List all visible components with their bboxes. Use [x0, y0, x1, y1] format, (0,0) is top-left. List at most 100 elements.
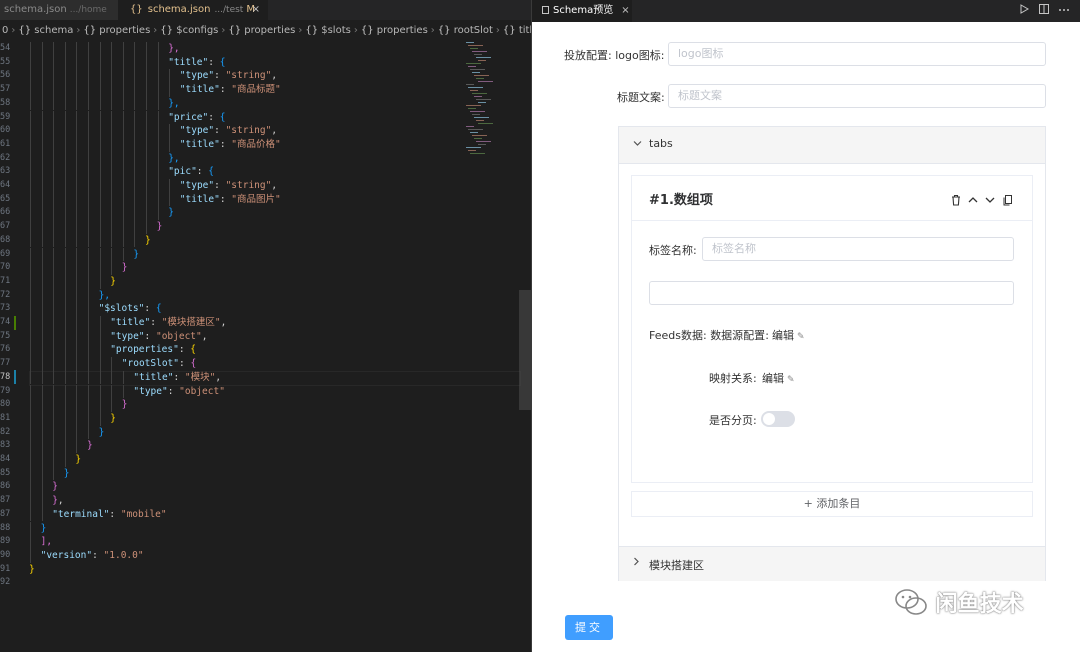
code-token: "string": [225, 70, 272, 82]
indent-guide: [64, 233, 66, 248]
minimap-line: [470, 69, 485, 70]
code-token: "title": [179, 193, 220, 205]
breadcrumb-item[interactable]: $slots: [321, 25, 351, 36]
tabs-collapse-header[interactable]: tabs: [619, 127, 1045, 164]
indent-guide: [64, 274, 66, 289]
indent-guide: [111, 151, 113, 166]
datasource-edit-link[interactable]: 编辑 ✎: [772, 327, 805, 343]
line-number: 77: [0, 358, 11, 369]
indent-guide: [64, 69, 66, 84]
editor-scrollbar[interactable]: [519, 290, 531, 410]
breadcrumb-item[interactable]: rootSlot: [454, 25, 493, 36]
breadcrumb-separator: ›: [76, 25, 81, 36]
indent-guide: [157, 179, 159, 193]
indent-guide: [99, 384, 101, 399]
indent-guide: [41, 110, 43, 125]
breadcrumb-item[interactable]: schema: [34, 25, 73, 36]
line-number: 82: [0, 426, 11, 437]
breadcrumb-item[interactable]: properties: [244, 25, 295, 36]
indent-guide: [30, 206, 31, 221]
chevron-down-icon[interactable]: [984, 191, 996, 203]
tab-schema-preview[interactable]: Schema预览 ×: [532, 0, 632, 22]
tab-path: .../test: [214, 5, 244, 15]
minimap-line: [468, 150, 476, 151]
code-token: "type": [110, 330, 145, 342]
indent-guide: [122, 165, 124, 179]
minimap-line: [470, 111, 485, 112]
indent-guide: [76, 124, 78, 138]
code-token: },: [98, 289, 111, 301]
minimap-line: [466, 63, 481, 64]
breadcrumb-item[interactable]: properties: [377, 25, 428, 36]
breadcrumb-item[interactable]: title: [519, 25, 531, 36]
empty-input[interactable]: [649, 281, 1014, 305]
indent-guide: [76, 343, 78, 358]
minimap-line: [466, 42, 474, 43]
tag-name-input[interactable]: 标签名称: [702, 237, 1014, 261]
indent-guide: [99, 110, 101, 125]
logo-input[interactable]: logo图标: [668, 42, 1046, 66]
indent-guide: [122, 83, 124, 97]
code-text: }: [87, 439, 93, 453]
tab-schema-json-test[interactable]: {} schema.json .../test M ×: [118, 0, 268, 20]
code-token: }: [110, 275, 116, 287]
indent-guide: [76, 411, 78, 426]
indent-guide: [30, 439, 31, 453]
breadcrumb-item[interactable]: $configs: [176, 25, 218, 36]
copy-icon[interactable]: [1002, 191, 1014, 206]
chevron-up-icon[interactable]: [967, 191, 979, 203]
code-token: ,: [271, 70, 278, 82]
add-item-button[interactable]: + 添加条目: [631, 491, 1033, 517]
indent-guide: [30, 96, 31, 111]
current-line-highlight: [29, 371, 521, 386]
indent-guide: [64, 55, 66, 70]
indent-guide: [76, 83, 78, 97]
delete-icon[interactable]: [950, 191, 962, 206]
submit-button[interactable]: 提交: [565, 615, 613, 640]
code-text: }: [52, 480, 58, 494]
mapping-label: 映射关系:: [709, 372, 757, 385]
breadcrumb-item[interactable]: properties: [99, 25, 150, 36]
more-icon[interactable]: [1058, 4, 1070, 16]
array-item-card: #1.数组项 标签名称: 标签名称 Feeds数据: 数据源配置: 编辑 ✎ 映射: [631, 175, 1033, 483]
indent-guide: [122, 233, 124, 248]
code-token: {: [208, 166, 214, 178]
line-number: 66: [0, 207, 11, 218]
code-editor-pane[interactable]: schema.json .../home {} schema.json .../tes…: [0, 0, 531, 652]
indent-guide: [169, 83, 171, 97]
code-token: }: [145, 234, 151, 246]
title-input[interactable]: 标题文案: [668, 84, 1046, 108]
indent-guide: [88, 137, 89, 152]
indent-guide: [41, 425, 43, 440]
indent-guide: [146, 192, 147, 207]
line-number: 55: [0, 56, 11, 67]
indent-guide: [88, 83, 89, 97]
indent-guide: [88, 274, 89, 289]
code-text: "terminal": "mobile": [52, 508, 166, 522]
code-token: }: [133, 248, 140, 260]
minimap[interactable]: [462, 42, 520, 162]
slot-collapse-header[interactable]: 模块搭建区: [619, 546, 1045, 581]
mapping-edit-link[interactable]: 编辑 ✎: [762, 370, 795, 386]
indent-guide: [76, 357, 78, 371]
indent-guide: [76, 398, 78, 412]
indent-guide: [53, 357, 55, 371]
schema-preview-pane: Schema预览 × 投放配置: logo图标: logo图标 标题文案: 标题文…: [532, 0, 1080, 652]
code-text: ],: [41, 535, 52, 549]
line-number: 83: [0, 440, 11, 451]
indent-guide: [99, 370, 101, 385]
run-icon[interactable]: [1018, 4, 1030, 16]
tab-schema-json-home[interactable]: schema.json .../home: [0, 0, 118, 20]
indent-guide: [111, 179, 113, 193]
indent-guide: [146, 124, 147, 138]
split-editor-icon[interactable]: [1038, 4, 1050, 16]
close-tab-icon[interactable]: ×: [621, 5, 629, 16]
close-tab-icon[interactable]: ×: [252, 0, 260, 20]
paging-switch[interactable]: [761, 411, 795, 427]
breadcrumb-item[interactable]: 0: [2, 25, 8, 36]
indent-guide: [64, 151, 66, 166]
code-token: :: [144, 303, 156, 315]
indent-guide: [122, 124, 124, 138]
indent-guide: [99, 206, 101, 221]
indent-guide: [88, 192, 89, 207]
